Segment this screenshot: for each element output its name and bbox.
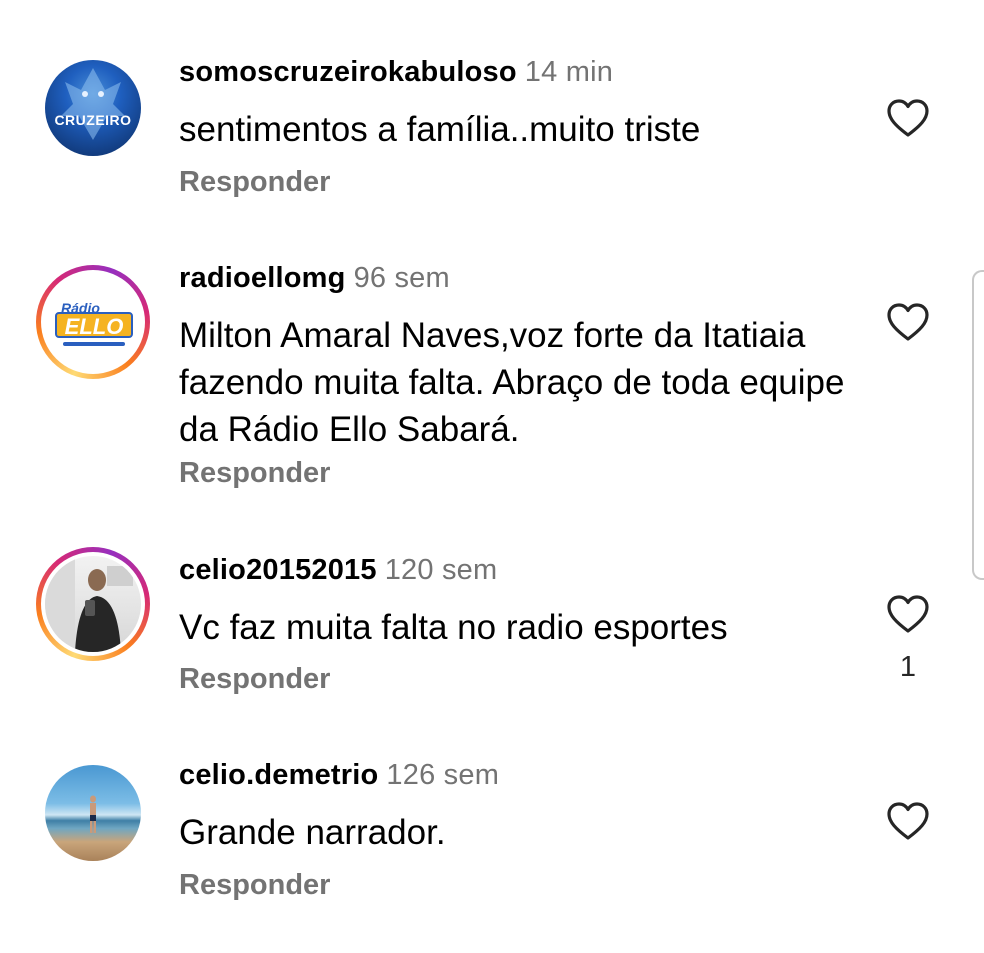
heart-icon[interactable] (886, 594, 930, 634)
username-link[interactable]: celio20152015 (179, 554, 377, 586)
avatar[interactable]: Rádio ELLO (36, 265, 150, 379)
comment-text: sentimentos a família..muito triste (179, 110, 701, 149)
comment-header: radioellomg 96 sem (179, 262, 450, 295)
reply-button[interactable]: Responder (179, 869, 330, 902)
scrollbar[interactable] (972, 270, 984, 580)
like-count: 1 (899, 651, 917, 683)
comment-time: 126 sem (386, 759, 500, 791)
avatar-label: CRUZEIRO (54, 112, 132, 128)
heart-icon[interactable] (886, 98, 930, 138)
comment-header: celio20152015 120 sem (179, 554, 497, 587)
avatar[interactable] (36, 547, 150, 661)
reply-button[interactable]: Responder (179, 166, 330, 199)
avatar-label-main: ELLO (55, 312, 133, 339)
comment-time: 120 sem (384, 554, 498, 586)
heart-icon[interactable] (886, 801, 930, 841)
heart-icon[interactable] (886, 302, 930, 342)
avatar[interactable]: CRUZEIRO (45, 60, 141, 156)
comment-time: 14 min (524, 56, 614, 88)
comment-time: 96 sem (353, 262, 450, 294)
comment-text: Vc faz muita falta no radio esportes (179, 608, 728, 647)
comment-text: Grande narrador. (179, 813, 446, 852)
avatar[interactable] (45, 765, 141, 861)
comment-header: somoscruzeirokabuloso 14 min (179, 56, 613, 89)
comment-header: celio.demetrio 126 sem (179, 759, 499, 792)
reply-button[interactable]: Responder (179, 663, 330, 696)
comment-text: Milton Amaral Naves,voz forte da Itatiai… (179, 316, 845, 449)
reply-button[interactable]: Responder (179, 457, 330, 490)
username-link[interactable]: celio.demetrio (179, 759, 378, 791)
username-link[interactable]: somoscruzeirokabuloso (179, 56, 517, 88)
username-link[interactable]: radioellomg (179, 262, 346, 294)
